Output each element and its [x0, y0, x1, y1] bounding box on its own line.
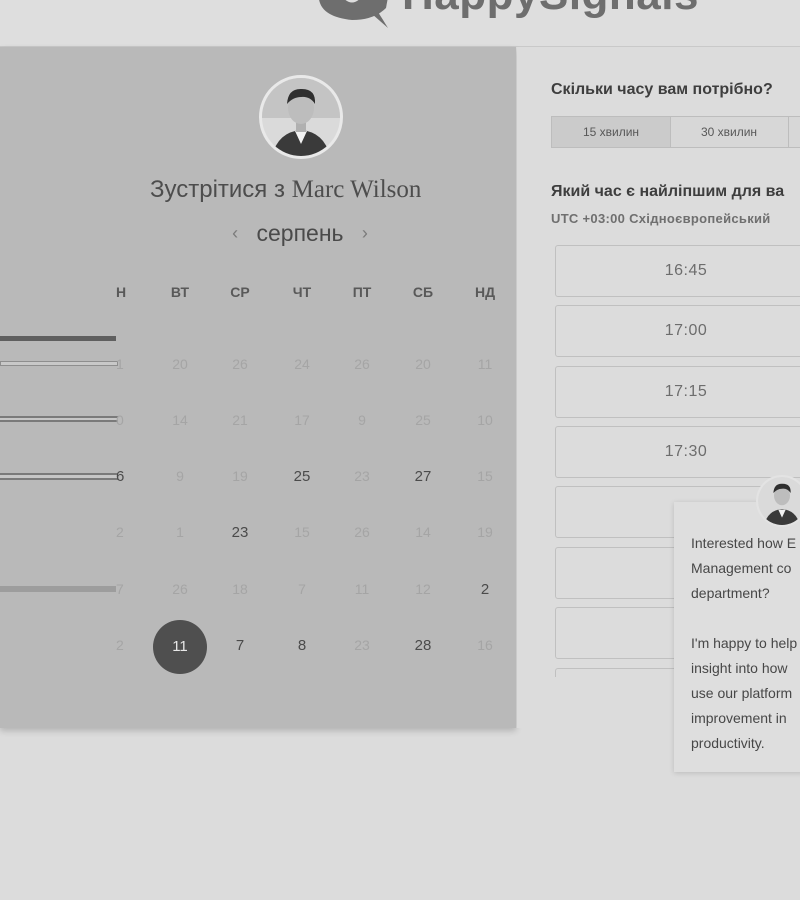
unavailable-day: 23	[354, 637, 370, 653]
unavailable-day: 24	[294, 356, 310, 372]
available-day[interactable]: 2	[460, 581, 510, 598]
meeting-heading: Зустрітися з Marc Wilson	[150, 176, 421, 204]
chat-line: Interested how E	[691, 535, 797, 551]
unavailable-day: 18	[232, 581, 248, 597]
weekday-label: ПТ	[352, 284, 372, 300]
weekday-label: Н	[116, 284, 127, 300]
unavailable-day: 20	[172, 356, 188, 372]
chat-line: improvement in	[691, 710, 787, 726]
unavailable-day: 26	[172, 581, 188, 597]
available-day[interactable]: 27	[398, 468, 448, 485]
unavailable-day: 16	[477, 637, 493, 653]
unavailable-day: 7	[298, 581, 306, 597]
available-day[interactable]: 25	[277, 468, 327, 485]
unavailable-day: 2	[116, 524, 124, 540]
unavailable-day: 19	[477, 524, 493, 540]
heading-prefix: Зустрітися з	[150, 176, 285, 203]
unavailable-day: 1	[116, 356, 124, 372]
unavailable-day: 15	[477, 468, 493, 484]
unavailable-day: 26	[354, 524, 370, 540]
chat-line: I'm happy to help	[691, 635, 798, 651]
unavailable-day: 9	[358, 412, 366, 428]
duration-selector: 15 хвилин 30 хвилин	[551, 116, 800, 148]
covered-bar	[0, 416, 118, 422]
duration-question: Скільки часу вам потрібно?	[551, 81, 773, 98]
chat-line: use our platform	[691, 685, 793, 701]
unavailable-day: 0	[116, 412, 124, 428]
host-avatar	[259, 75, 343, 159]
month-navigation: ‹ серпень ›	[0, 220, 600, 247]
unavailable-day: 15	[294, 524, 310, 540]
covered-bar	[0, 336, 116, 341]
unavailable-day: 17	[294, 412, 310, 428]
unavailable-day: 14	[172, 412, 188, 428]
next-month-chevron-icon[interactable]: ›	[350, 223, 380, 244]
duration-option-15[interactable]: 15 хвилин	[552, 117, 671, 147]
timezone-label[interactable]: UTC +03:00 Східноєвропейський	[551, 211, 771, 226]
unavailable-day: 25	[415, 412, 431, 428]
unavailable-day: 7	[116, 581, 124, 597]
unavailable-day: 14	[415, 524, 431, 540]
month-label: серпень	[256, 220, 344, 246]
weekday-label: ЧТ	[292, 284, 312, 300]
available-day[interactable]: 8	[277, 637, 327, 654]
calendar-panel	[0, 47, 516, 728]
person-photo-icon	[758, 477, 800, 525]
unavailable-day: 1	[176, 524, 184, 540]
unavailable-day: 11	[354, 581, 370, 597]
unavailable-day: 19	[232, 468, 248, 484]
speech-bubble-logo-icon	[319, 0, 388, 28]
weekday-label: СБ	[412, 284, 434, 300]
covered-bar	[0, 473, 118, 480]
header-bar: HappySignals	[0, 0, 800, 47]
person-photo-icon	[262, 78, 340, 156]
duration-option-30[interactable]: 30 хвилин	[670, 117, 789, 147]
unavailable-day: 26	[232, 356, 248, 372]
unavailable-day: 12	[415, 581, 431, 597]
time-slot[interactable]: 17:30	[555, 426, 800, 478]
chat-line: department?	[691, 585, 770, 601]
available-day[interactable]: 28	[398, 637, 448, 654]
available-day[interactable]: 23	[215, 524, 265, 541]
unavailable-day: 26	[354, 356, 370, 372]
covered-bar	[0, 361, 118, 366]
brand-logo-text: HappySignals	[402, 0, 699, 20]
unavailable-day: 23	[354, 468, 370, 484]
unavailable-day: 9	[176, 468, 184, 484]
weekday-label: ВТ	[170, 284, 190, 300]
unavailable-day: 11	[477, 356, 493, 372]
host-name: Marc Wilson	[291, 176, 422, 203]
weekday-label: НД	[474, 284, 496, 300]
available-day[interactable]: 6	[116, 468, 130, 485]
time-question: Який час є найліпшим для ва	[551, 183, 785, 200]
covered-bar	[0, 586, 116, 592]
time-slot[interactable]: 16:45	[555, 245, 800, 297]
weekday-label: СР	[230, 284, 250, 300]
time-slot[interactable]: 17:00	[555, 305, 800, 357]
available-day[interactable]: 7	[215, 637, 265, 654]
chat-line: productivity.	[691, 735, 765, 751]
chat-avatar[interactable]	[756, 475, 800, 527]
unavailable-day: 10	[477, 412, 493, 428]
chat-line: Management co	[691, 560, 792, 576]
chat-line	[691, 606, 800, 631]
prev-month-chevron-icon[interactable]: ‹	[220, 223, 250, 244]
unavailable-day: 21	[232, 412, 248, 428]
unavailable-day: 2	[116, 637, 124, 653]
chat-popup[interactable]: Interested how E Management co departmen…	[674, 502, 800, 772]
chat-line: insight into how	[691, 660, 788, 676]
selected-day[interactable]: 11	[153, 620, 207, 674]
time-slot[interactable]: 17:15	[555, 366, 800, 418]
unavailable-day: 20	[415, 356, 431, 372]
chat-message: Interested how E Management co departmen…	[691, 531, 800, 756]
